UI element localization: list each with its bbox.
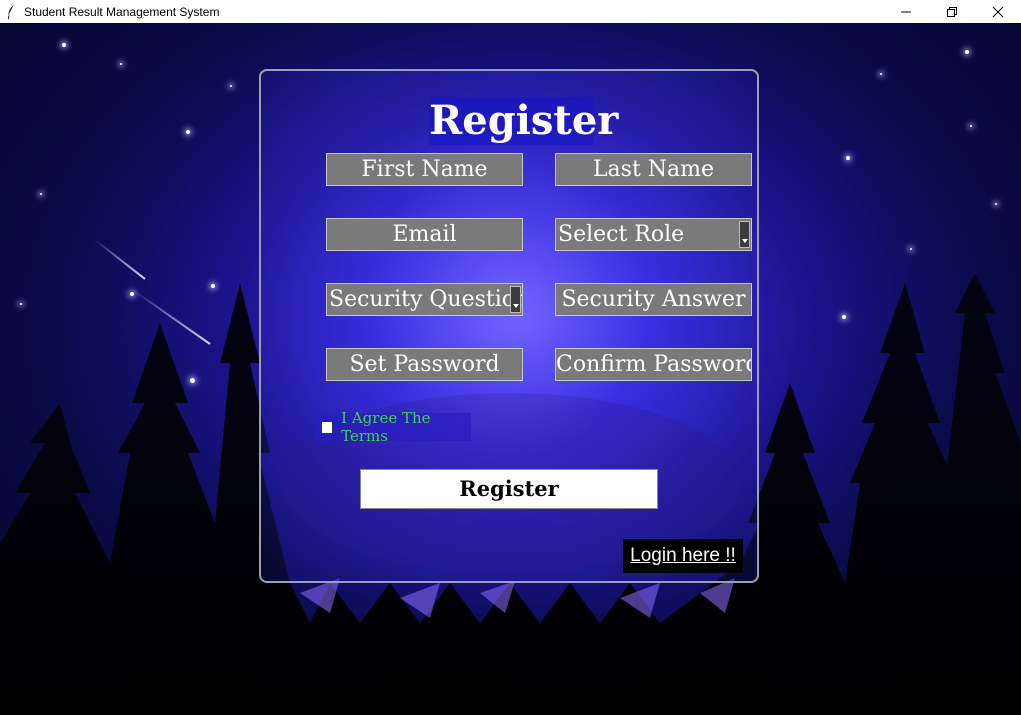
close-button[interactable] [975,0,1021,23]
restore-button[interactable] [929,0,975,23]
select-role-dropdown[interactable]: Select Role [555,218,752,251]
first-name-field[interactable]: First Name [326,153,523,186]
title-bar: Student Result Management System [0,0,1021,23]
chevron-down-icon[interactable] [739,221,750,248]
chevron-down-icon[interactable] [510,286,521,313]
minimize-icon [901,11,911,12]
terms-checkbox-row[interactable]: I Agree The Terms [315,409,471,445]
security-answer-field[interactable]: Security Answer [555,283,752,316]
close-icon [992,6,1004,17]
terms-label: I Agree The Terms [341,409,431,445]
restore-icon [947,6,957,17]
page-title: Register [429,97,619,145]
email-field[interactable]: Email [326,218,523,251]
confirm-password-field[interactable]: Confirm Password [555,348,752,381]
register-button[interactable]: Register [360,469,658,509]
security-question-dropdown[interactable]: Security Question [326,283,523,316]
feather-icon [4,4,18,20]
terms-checkbox[interactable] [321,420,334,434]
login-link[interactable]: Login here !! [623,539,743,573]
background-scene: Register First Name Last Name Email Sele… [0,23,1021,715]
set-password-field[interactable]: Set Password [326,348,523,381]
window-title: Student Result Management System [24,4,220,19]
select-role-value: Select Role [558,222,685,247]
security-question-value: Security Question [329,287,523,312]
last-name-field[interactable]: Last Name [555,153,752,186]
minimize-button[interactable] [883,0,929,23]
